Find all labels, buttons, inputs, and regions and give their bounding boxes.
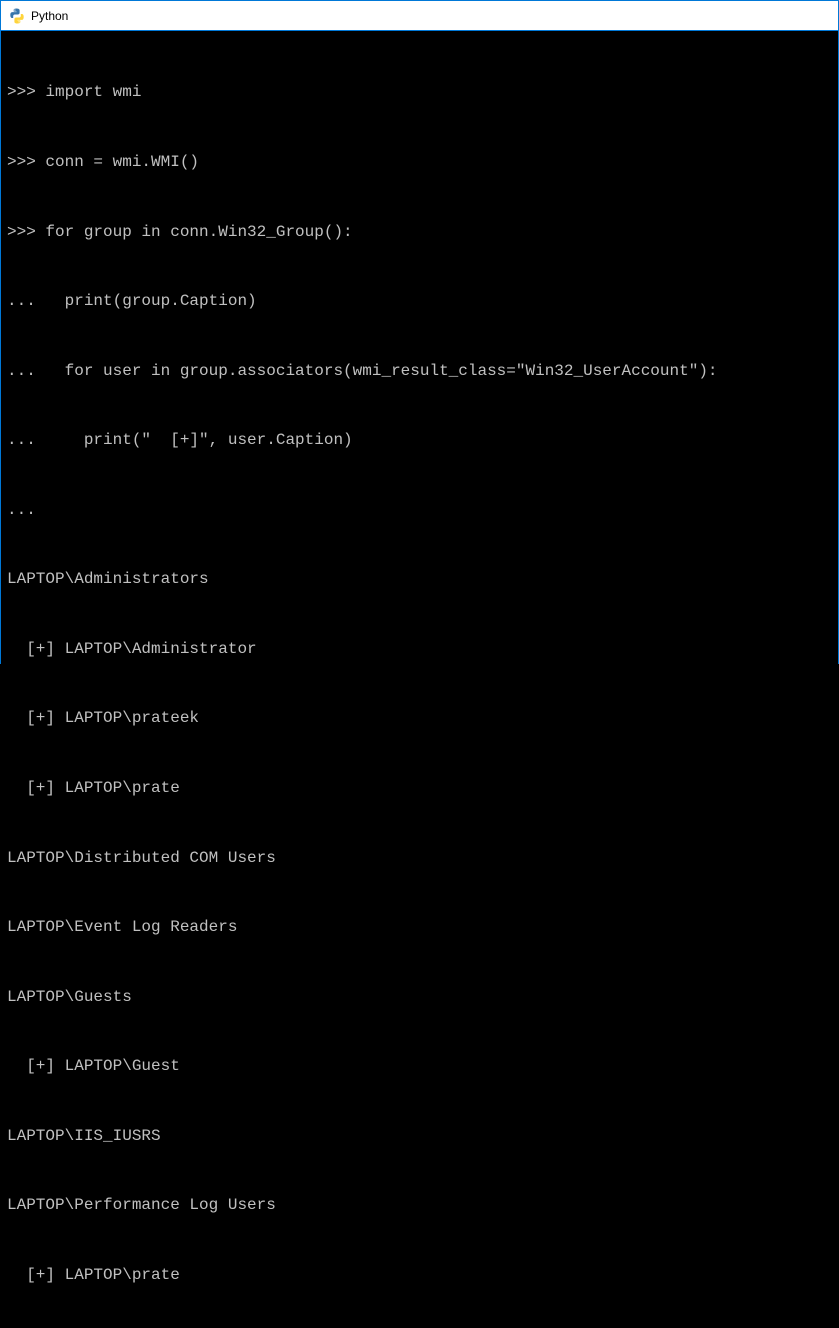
terminal-line: ... print(group.Caption): [7, 290, 832, 313]
terminal-line: LAPTOP\Event Log Readers: [7, 916, 832, 939]
terminal-line: LAPTOP\Guests: [7, 986, 832, 1009]
terminal-line: [+] LAPTOP\prateek: [7, 707, 832, 730]
terminal-line: LAPTOP\Performance Log Users: [7, 1194, 832, 1217]
window-title: Python: [31, 9, 68, 23]
terminal-line: >>> conn = wmi.WMI(): [7, 151, 832, 174]
terminal-line: [+] LAPTOP\Guest: [7, 1055, 832, 1078]
python-icon: [9, 8, 25, 24]
terminal-line: [+] LAPTOP\prate: [7, 1264, 832, 1287]
terminal-line: ...: [7, 499, 832, 522]
terminal-line: [+] LAPTOP\prate: [7, 777, 832, 800]
terminal-line: LAPTOP\Distributed COM Users: [7, 847, 832, 870]
window-title-bar[interactable]: Python: [1, 1, 838, 31]
terminal-line: >>> import wmi: [7, 81, 832, 104]
terminal-line: ... for user in group.associators(wmi_re…: [7, 360, 832, 383]
terminal-line: [+] LAPTOP\Administrator: [7, 638, 832, 661]
terminal-line: >>> for group in conn.Win32_Group():: [7, 221, 832, 244]
terminal-line: LAPTOP\IIS_IUSRS: [7, 1125, 832, 1148]
terminal-output[interactable]: >>> import wmi >>> conn = wmi.WMI() >>> …: [1, 31, 838, 1328]
terminal-line: ... print(" [+]", user.Caption): [7, 429, 832, 452]
terminal-line: LAPTOP\Administrators: [7, 568, 832, 591]
